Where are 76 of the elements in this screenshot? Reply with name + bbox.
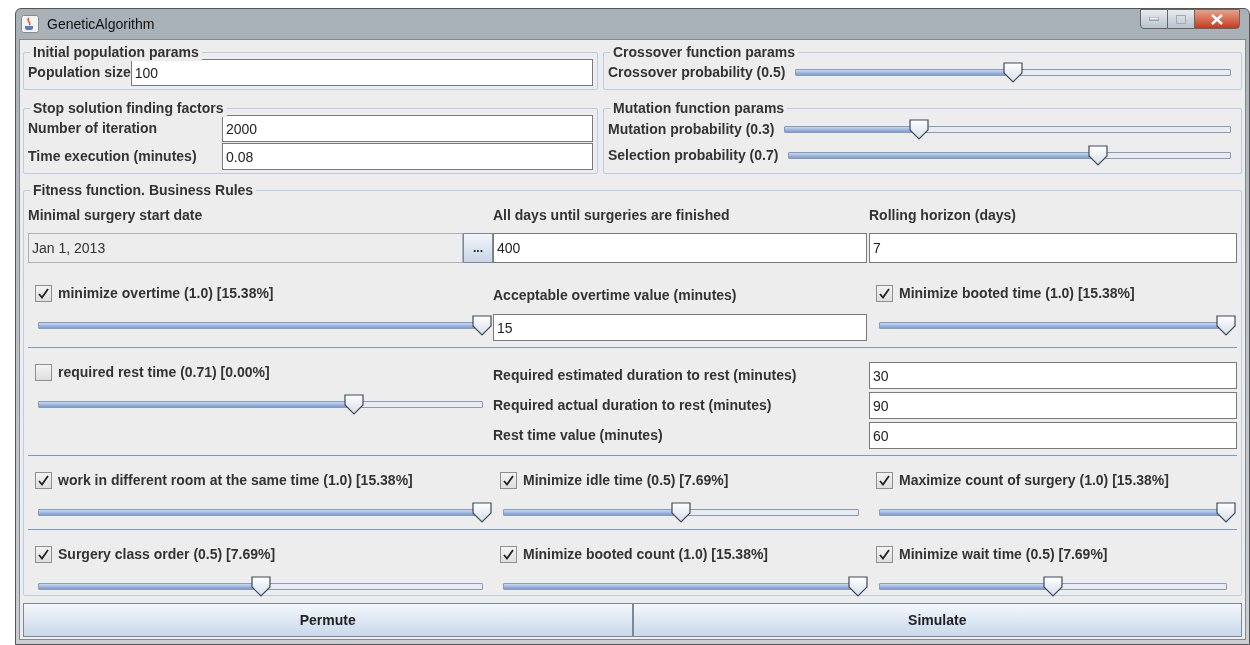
- field-label: Rest time value (minutes): [493, 426, 664, 445]
- slider-thumb[interactable]: [670, 501, 692, 523]
- text-field[interactable]: 100: [130, 59, 593, 86]
- text-field[interactable]: 7: [869, 233, 1237, 263]
- field-label: Number of iteration: [28, 119, 159, 138]
- text-field[interactable]: 30: [869, 362, 1237, 389]
- check-icon: [38, 549, 49, 560]
- check-icon: [38, 475, 49, 486]
- rule-label: work in different room at the same time (1.0) [15.38%]: [58, 471, 413, 490]
- rule-label: Maximize count of surgery (1.0) [15.38%]: [899, 471, 1169, 490]
- text-field[interactable]: 60: [869, 422, 1237, 449]
- check-icon: [38, 288, 49, 299]
- field-label: Rolling horizon (days): [869, 206, 1017, 225]
- action-button[interactable]: Simulate: [632, 603, 1242, 637]
- field-label: Required actual duration to rest (minutes): [493, 396, 773, 415]
- check-icon: [503, 549, 514, 560]
- rule-label: Minimize idle time (0.5) [7.69%]: [523, 471, 729, 490]
- checkbox[interactable]: [35, 546, 52, 563]
- window-title: GeneticAlgorithm: [47, 14, 155, 34]
- slider-thumb[interactable]: [249, 575, 272, 597]
- rule-label: Surgery class order (0.5) [7.69%]: [58, 545, 276, 564]
- text-field[interactable]: 15: [493, 314, 867, 341]
- checkbox[interactable]: [500, 546, 517, 563]
- text-field[interactable]: 0.08: [222, 143, 593, 170]
- slider-label: Crossover probability (0.5): [608, 62, 786, 82]
- slider-label: Mutation probability (0.3): [608, 119, 775, 139]
- checkbox[interactable]: [876, 285, 893, 302]
- group-title: Mutation function params: [610, 99, 788, 117]
- group-title: Stop solution finding factors: [30, 99, 227, 117]
- slider-thumb[interactable]: [847, 575, 869, 597]
- checkbox[interactable]: [35, 285, 52, 302]
- slider-thumb[interactable]: [1215, 314, 1237, 336]
- field-label: Time execution (minutes): [28, 147, 198, 166]
- checkbox[interactable]: [35, 472, 52, 489]
- close-icon: [1211, 13, 1223, 25]
- slider-thumb[interactable]: [1086, 144, 1109, 166]
- rule-label: Minimize wait time (0.5) [7.69%]: [899, 545, 1108, 564]
- rule-label: minimize overtime (1.0) [15.38%]: [58, 284, 274, 303]
- maximize-button[interactable]: [1168, 9, 1194, 29]
- checkbox[interactable]: [500, 472, 517, 489]
- group-title: Crossover function params: [610, 43, 799, 61]
- check-icon: [503, 475, 514, 486]
- slider-thumb[interactable]: [1042, 575, 1064, 597]
- checkbox[interactable]: [876, 472, 893, 489]
- cup-icon: [21, 15, 39, 33]
- slider-label: Selection probability (0.7): [608, 145, 779, 165]
- field-label: Required estimated duration to rest (minutes): [493, 366, 798, 385]
- slider-thumb[interactable]: [1215, 501, 1237, 523]
- check-icon: [879, 475, 890, 486]
- text-field[interactable]: 2000: [222, 115, 593, 142]
- slider-thumb[interactable]: [471, 501, 493, 523]
- minimize-icon: [1149, 17, 1159, 21]
- rule-label: required rest time (0.71) [0.00%]: [58, 363, 270, 382]
- text-field[interactable]: 90: [869, 392, 1237, 419]
- rule-label: Minimize booted time (1.0) [15.38%]: [899, 284, 1135, 303]
- text-field[interactable]: 400: [493, 233, 867, 263]
- field-label: Minimal surgery start date: [28, 206, 204, 225]
- slider-thumb[interactable]: [471, 314, 493, 336]
- date-picker-button[interactable]: ...: [463, 233, 493, 263]
- check-icon: [879, 549, 890, 560]
- date-field[interactable]: Jan 1, 2013: [28, 233, 463, 263]
- maximize-icon: [1176, 14, 1186, 24]
- field-label: Acceptable overtime value (minutes): [493, 286, 738, 305]
- slider-thumb[interactable]: [907, 118, 930, 140]
- minimize-button[interactable]: [1140, 9, 1168, 29]
- slider-thumb[interactable]: [342, 393, 365, 415]
- close-button[interactable]: [1194, 9, 1240, 29]
- action-button[interactable]: Permute: [23, 603, 633, 637]
- group-title: Initial population params: [30, 43, 202, 61]
- field-label: Population size: [28, 63, 131, 82]
- checkbox[interactable]: [876, 546, 893, 563]
- rule-label: Minimize booted count (1.0) [15.38%]: [523, 545, 769, 564]
- checkbox[interactable]: [35, 364, 52, 381]
- slider-thumb[interactable]: [1002, 61, 1025, 83]
- check-icon: [879, 288, 890, 299]
- field-label: All days until surgeries are finished: [493, 206, 731, 225]
